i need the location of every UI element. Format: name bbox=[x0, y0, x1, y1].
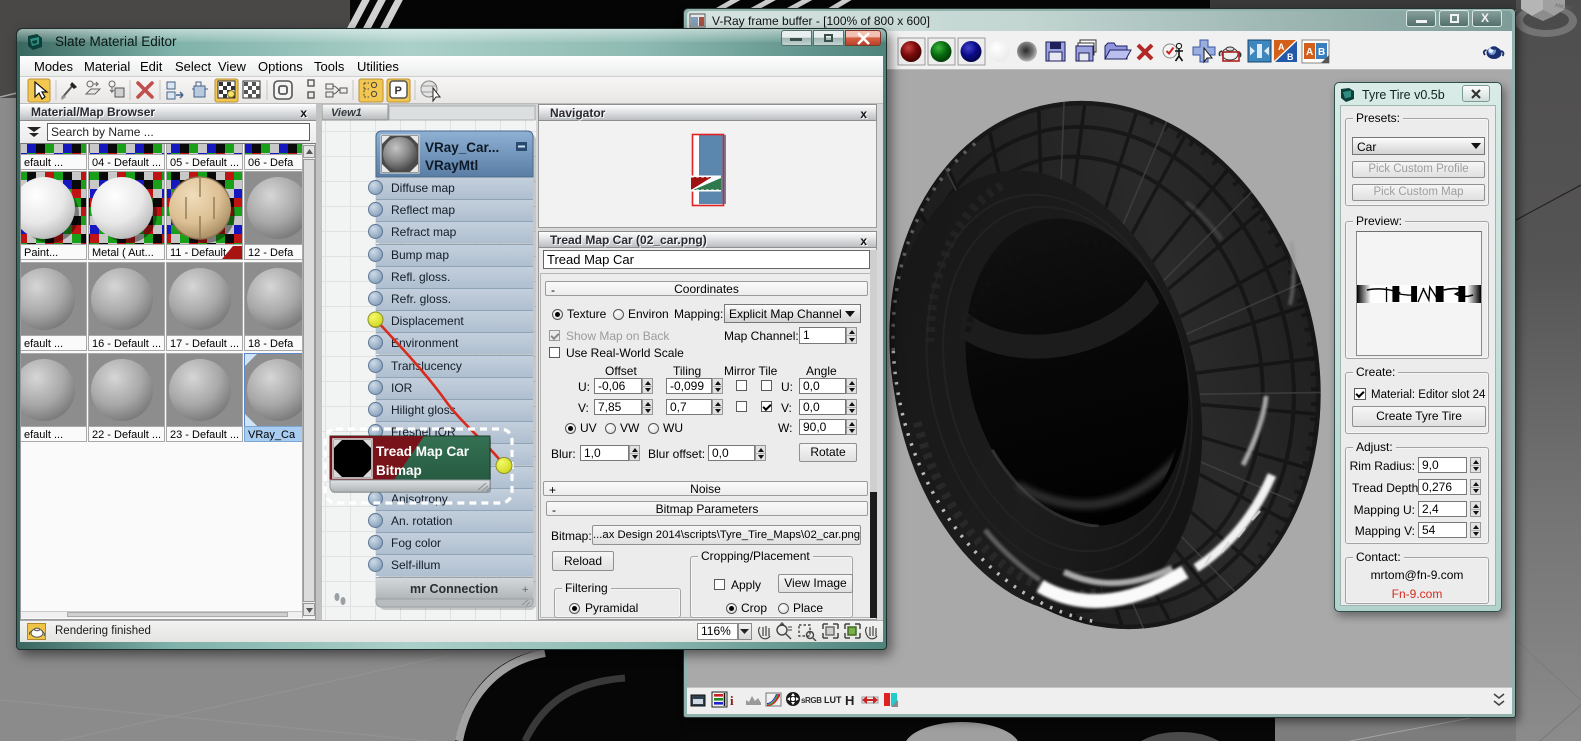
svg-text:efault ...: efault ... bbox=[24, 429, 63, 441]
svg-text:View1: View1 bbox=[331, 107, 362, 119]
svg-text:A: A bbox=[1306, 47, 1313, 58]
svg-text:i: i bbox=[730, 693, 734, 708]
svg-text:VRayMtl: VRayMtl bbox=[425, 158, 478, 173]
svg-text:P: P bbox=[395, 85, 402, 97]
svg-text:16 - Default ...: 16 - Default ... bbox=[92, 338, 161, 350]
svg-text:VRay_Car...: VRay_Car... bbox=[425, 140, 499, 155]
svg-text:12 - Defa: 12 - Defa bbox=[248, 247, 294, 259]
svg-text:23 - Default ...: 23 - Default ... bbox=[170, 429, 239, 441]
svg-text:A: A bbox=[1278, 42, 1285, 52]
svg-text:Paint...: Paint... bbox=[24, 247, 58, 259]
svg-text:efault ...: efault ... bbox=[24, 338, 63, 350]
svg-text:05 - Default ...: 05 - Default ... bbox=[170, 157, 239, 169]
svg-text:22 - Default ...: 22 - Default ... bbox=[92, 429, 161, 441]
svg-text:17 - Default ...: 17 - Default ... bbox=[170, 338, 239, 350]
svg-text:B: B bbox=[1318, 47, 1325, 58]
svg-text:06 - Defa: 06 - Defa bbox=[248, 157, 294, 169]
svg-text:LUT: LUT bbox=[824, 695, 842, 705]
svg-text:18 - Defa: 18 - Defa bbox=[248, 338, 294, 350]
svg-text:VRay_Ca: VRay_Ca bbox=[248, 429, 296, 441]
svg-text:04 - Default ...: 04 - Default ... bbox=[92, 157, 161, 169]
svg-text:efault ...: efault ... bbox=[24, 157, 63, 169]
svg-text:sRGB: sRGB bbox=[801, 696, 822, 705]
svg-text:Metal ( Aut...: Metal ( Aut... bbox=[92, 247, 154, 259]
svg-text:H: H bbox=[845, 693, 854, 708]
svg-text:B: B bbox=[1287, 52, 1294, 62]
